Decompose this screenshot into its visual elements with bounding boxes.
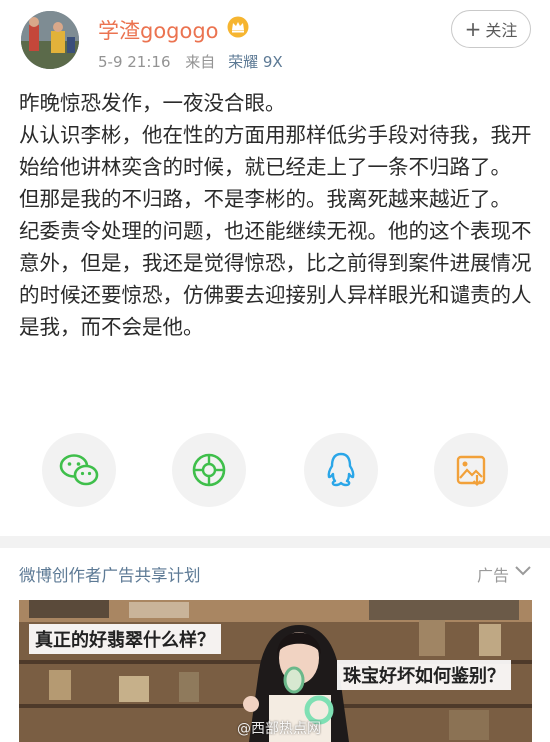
post-body: 昨晚惊恐发作，一夜没合眼。 从认识李彬，他在性的方面用那样低劣手段对待我，我开始… <box>19 87 534 343</box>
ad-image[interactable]: 真正的好翡翠什么样？ 珠宝好坏如何鉴别？ @西部热点网 <box>19 600 532 742</box>
share-wechat-button[interactable] <box>42 433 116 507</box>
section-divider <box>0 536 550 548</box>
source-prefix: 来自 <box>185 53 216 71</box>
save-image-icon <box>456 455 486 487</box>
follow-button[interactable]: + 关注 <box>451 10 531 48</box>
share-qq-button[interactable] <box>304 433 378 507</box>
plus-icon: + <box>464 17 482 41</box>
ad-label: 广告 <box>477 566 510 585</box>
share-moments-button[interactable] <box>172 433 246 507</box>
post-header: 学渣gogogo 5-9 21:16 来自 荣耀 9X + 关注 <box>0 0 550 82</box>
ad-caption-left: 真正的好翡翠什么样？ <box>29 624 221 654</box>
timestamp: 5-9 21:16 <box>98 53 171 71</box>
qq-icon <box>327 452 355 487</box>
post-paragraph: 纪委责令处理的问题，也还能继续无视。他的这个表现不意外，但是，我还是觉得惊恐，比… <box>19 219 532 339</box>
ad-caption-right: 珠宝好坏如何鉴别？ <box>337 660 511 690</box>
avatar[interactable] <box>21 11 79 69</box>
save-image-button[interactable] <box>434 433 508 507</box>
device-link[interactable]: 荣耀 9X <box>228 53 283 71</box>
moments-icon <box>192 453 226 487</box>
share-bar <box>0 433 550 509</box>
crown-icon <box>227 16 249 38</box>
post-paragraph: 昨晚惊恐发作，一夜没合眼。 <box>19 91 286 115</box>
wechat-icon <box>59 454 99 486</box>
follow-label: 关注 <box>485 21 518 40</box>
watermark: @西部热点网 <box>237 721 321 737</box>
post-meta: 5-9 21:16 来自 荣耀 9X <box>98 51 283 72</box>
chevron-down-icon[interactable] <box>514 564 532 578</box>
ad-title[interactable]: 微博创作者广告共享计划 <box>19 562 201 586</box>
username[interactable]: 学渣gogogo <box>98 15 219 45</box>
post-paragraph: 但那是我的不归路，不是李彬的。我离死越来越近了。 <box>19 187 511 211</box>
post-paragraph: 从认识李彬，他在性的方面用那样低劣手段对待我，我开始给他讲林奕含的时候，就已经走… <box>19 123 532 179</box>
